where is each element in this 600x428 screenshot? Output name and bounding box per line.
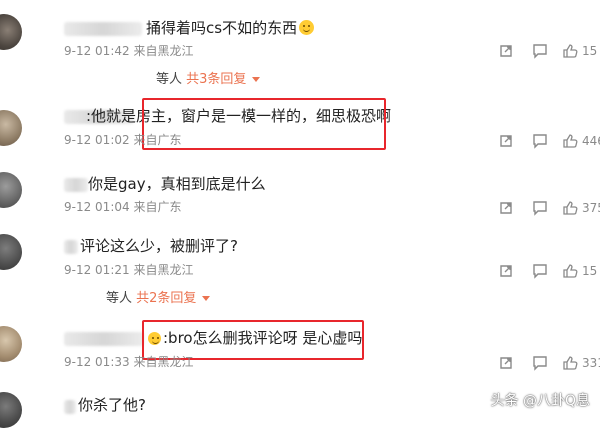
like-count: 331	[582, 356, 600, 370]
reply-prefix: 等人	[156, 72, 183, 87]
like-count: 15	[582, 44, 598, 58]
username-blurred[interactable]	[64, 178, 88, 192]
comment-icon[interactable]	[532, 43, 548, 59]
comment-location: 来自黑龙江	[133, 44, 194, 58]
like-icon[interactable]	[562, 200, 578, 216]
comment-icon[interactable]	[532, 263, 548, 279]
avatar[interactable]	[0, 110, 22, 146]
repost-icon[interactable]	[498, 133, 514, 149]
repost-icon[interactable]	[498, 263, 514, 279]
reply-thread-link[interactable]: 等人 共2条回复	[106, 290, 211, 308]
username-blurred[interactable]	[64, 400, 76, 414]
repost-icon[interactable]	[498, 43, 514, 59]
comment-text: 你是gay，真相到底是什么	[88, 174, 266, 194]
avatar[interactable]	[0, 392, 22, 428]
comment-icon[interactable]	[532, 200, 548, 216]
reply-count[interactable]: 共3条回复	[186, 72, 246, 87]
repost-icon[interactable]	[498, 355, 514, 371]
like-count: 375	[582, 201, 600, 215]
comment-time: 9-12 01:02	[64, 133, 130, 147]
comment-meta: 9-12 01:21 来自黑龙江	[64, 262, 193, 278]
like-count: 446	[582, 134, 600, 148]
comment-time: 9-12 01:33	[64, 355, 130, 369]
like-count: 15	[582, 264, 598, 278]
comment-icon[interactable]	[532, 355, 548, 371]
avatar[interactable]	[0, 234, 22, 270]
reply-prefix: 等人	[106, 291, 133, 306]
comment-location: 来自广东	[133, 200, 182, 214]
reply-count[interactable]: 共2条回复	[136, 291, 196, 306]
comment-time: 9-12 01:21	[64, 263, 130, 277]
like-icon[interactable]	[562, 355, 578, 371]
comment-location: 来自广东	[133, 133, 182, 147]
username-blurred[interactable]	[64, 240, 78, 254]
comment-text: 评论这么少，被删评了?	[80, 236, 238, 256]
username-blurred[interactable]	[64, 22, 142, 36]
like-icon[interactable]	[562, 43, 578, 59]
comment-location: 来自黑龙江	[133, 263, 194, 277]
avatar[interactable]	[0, 14, 22, 50]
comment-text-3: 你是gay，真相到底是什么	[88, 175, 266, 193]
comment-text-6: 你杀了他?	[78, 396, 146, 414]
repost-icon[interactable]	[498, 200, 514, 216]
comment-icon[interactable]	[532, 133, 548, 149]
like-icon[interactable]	[562, 263, 578, 279]
comment-meta: 9-12 01:42 来自黑龙江	[64, 43, 193, 59]
comment-meta: 9-12 01:04 来自广东	[64, 199, 181, 215]
smile-emoji-icon	[299, 20, 315, 35]
comment-text-4: 评论这么少，被删评了?	[80, 237, 238, 255]
avatar[interactable]	[0, 326, 22, 362]
comment-meta: 9-12 01:33 来自黑龙江	[64, 354, 193, 370]
reply-thread-link[interactable]: 等人 共3条回复	[156, 71, 261, 89]
expand-triangle-icon[interactable]	[252, 77, 261, 82]
comment-text: 捅得着吗cs不如的东西	[146, 18, 315, 38]
comment-text-1: 捅得着吗cs不如的东西	[146, 19, 298, 37]
comment-time: 9-12 01:42	[64, 44, 130, 58]
watermark: 头条 @八卦Q息	[490, 393, 590, 409]
avatar[interactable]	[0, 172, 22, 208]
username-blurred[interactable]	[64, 332, 144, 346]
expand-triangle-icon[interactable]	[202, 296, 211, 301]
comment-meta: 9-12 01:02 来自广东	[64, 132, 181, 148]
comment-text: 你杀了他?	[78, 395, 146, 415]
comment-time: 9-12 01:04	[64, 200, 130, 214]
comment-location: 来自黑龙江	[133, 355, 194, 369]
like-icon[interactable]	[562, 133, 578, 149]
